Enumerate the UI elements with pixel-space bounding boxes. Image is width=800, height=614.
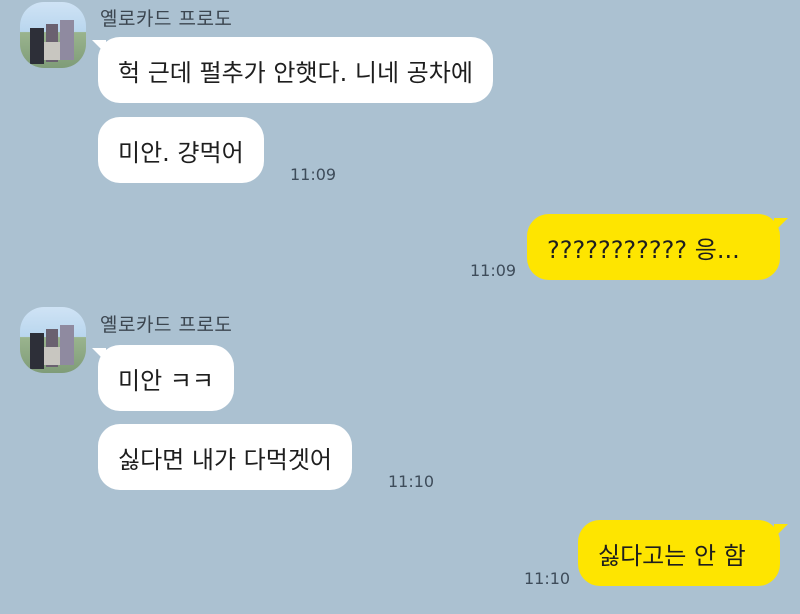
message-text: 싫다면 내가 다먹겟어 (118, 445, 332, 474)
message-text: 싫다고는 안 함 (598, 541, 746, 570)
bubble-tail (774, 524, 788, 538)
message-timestamp: 11:09 (470, 261, 517, 280)
sender-name: 옐로카드 프로도 (100, 8, 233, 30)
bubble-tail (774, 218, 788, 232)
message-text: ??????????? 응... (547, 235, 740, 264)
sender-avatar[interactable] (20, 2, 86, 68)
message-text: 미안 ㅋㅋ (118, 366, 214, 395)
message-timestamp: 11:10 (524, 569, 571, 588)
incoming-message[interactable]: 싫다면 내가 다먹겟어 (98, 424, 352, 490)
incoming-message[interactable]: 미안 ㅋㅋ (98, 345, 234, 411)
incoming-message[interactable]: 헉 근데 펄추가 안햇다. 니네 공차에 (98, 37, 493, 103)
sender-name: 옐로카드 프로도 (100, 314, 233, 336)
message-timestamp: 11:09 (290, 165, 337, 184)
message-timestamp: 11:10 (388, 472, 435, 491)
message-text: 헉 근데 펄추가 안햇다. 니네 공차에 (118, 58, 473, 87)
outgoing-message[interactable]: 싫다고는 안 함 (578, 520, 780, 586)
outgoing-message[interactable]: ??????????? 응... (527, 214, 780, 280)
message-text: 미안. 걍먹어 (118, 138, 244, 167)
sender-avatar[interactable] (20, 307, 86, 373)
incoming-message[interactable]: 미안. 걍먹어 (98, 117, 264, 183)
